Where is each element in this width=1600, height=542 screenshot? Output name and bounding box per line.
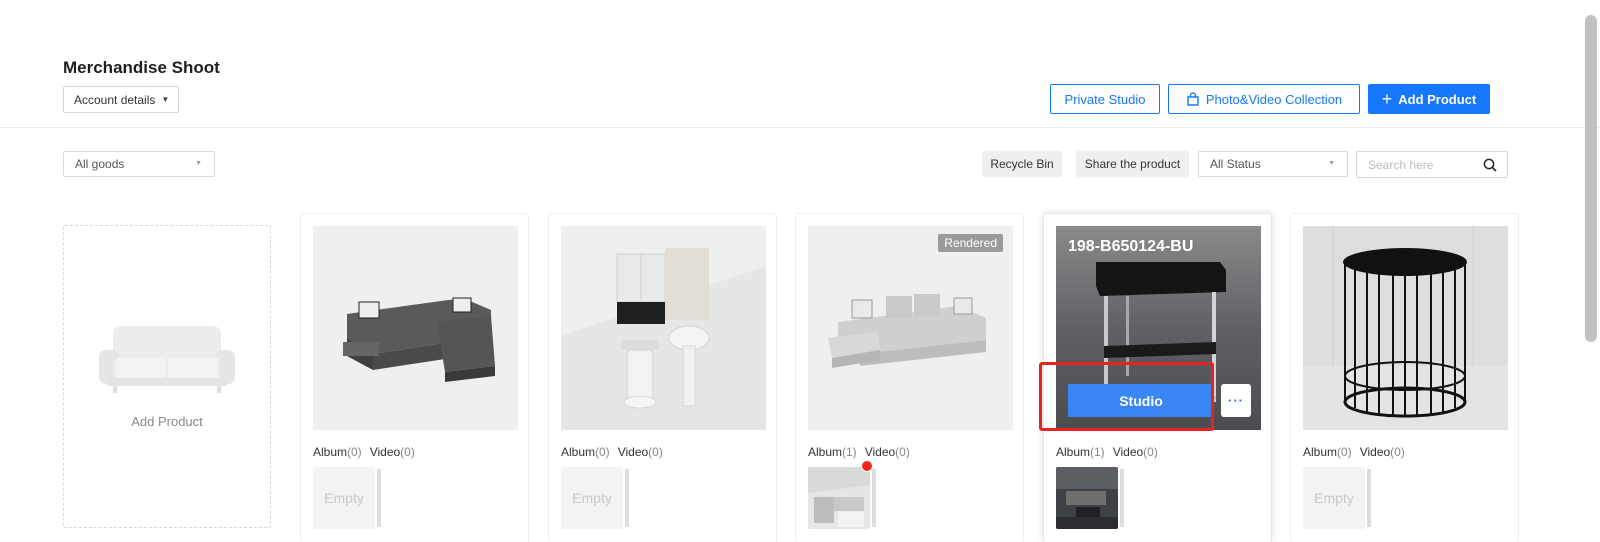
share-product-button[interactable]: Share the product [1076, 151, 1189, 177]
product-thumbnail[interactable]: Rendered [808, 226, 1013, 430]
product-sku: 198-B650124-BU [1068, 238, 1194, 255]
album-thumbnail[interactable] [1056, 467, 1118, 529]
album-count: (0) [347, 445, 362, 459]
product-thumbnail[interactable] [561, 226, 766, 430]
empty-album-slot: Empty [1303, 467, 1365, 529]
album-count: (0) [1337, 445, 1352, 459]
product-card[interactable]: Rendered Album(1) Video(0) [795, 213, 1024, 542]
video-count: (0) [895, 445, 910, 459]
video-count: (0) [400, 445, 415, 459]
product-card[interactable]: Album(0) Video(0) Empty [1290, 213, 1519, 542]
goods-filter-select[interactable]: All goods ▼ [63, 151, 215, 177]
slot-divider [625, 469, 629, 527]
vertical-scrollbar[interactable] [1585, 15, 1597, 342]
share-product-label: Share the product [1084, 157, 1181, 171]
more-options-button[interactable]: ··· [1221, 384, 1251, 417]
slot-divider [1367, 469, 1371, 527]
search-box[interactable] [1356, 151, 1508, 178]
recycle-bin-label: Recycle Bin [990, 157, 1054, 171]
media-counts: Album(0) Video(0) [313, 445, 415, 459]
album-label: Album [313, 445, 348, 459]
account-details-dropdown[interactable]: Account details ▼ [63, 86, 179, 113]
slot-divider [377, 469, 381, 527]
caret-down-icon: ▼ [195, 160, 202, 167]
album-label: Album [1303, 445, 1338, 459]
private-studio-label: Private Studio [1064, 91, 1146, 107]
empty-album-slot: Empty [313, 467, 375, 529]
media-counts: Album(1) Video(0) [1056, 445, 1158, 459]
slot-divider [1120, 469, 1124, 527]
photo-video-collection-button[interactable]: Photo&Video Collection [1168, 84, 1360, 114]
album-thumbnail[interactable] [808, 467, 870, 529]
search-input[interactable] [1368, 157, 1478, 172]
video-label: Video [369, 445, 401, 459]
album-label: Album [561, 445, 596, 459]
search-icon[interactable] [1483, 158, 1497, 177]
product-thumbnail[interactable] [1303, 226, 1508, 430]
caret-down-icon: ▼ [161, 95, 170, 104]
product-card[interactable]: Album(0) Video(0) Empty [300, 213, 529, 542]
album-count: (1) [1090, 445, 1105, 459]
add-product-card[interactable]: Add Product [63, 225, 271, 528]
video-label: Video [864, 445, 896, 459]
media-counts: Album(0) Video(0) [561, 445, 663, 459]
caret-down-icon: ▼ [1328, 160, 1335, 167]
rendered-badge: Rendered [938, 234, 1003, 252]
highlight-annotation [1039, 362, 1214, 431]
sofa-placeholder-icon [99, 326, 235, 393]
status-filter-select[interactable]: All Status ▼ [1198, 151, 1348, 177]
media-counts: Album(1) Video(0) [808, 445, 910, 459]
notification-dot [861, 460, 873, 472]
page-title: Merchandise Shoot [63, 58, 220, 77]
video-label: Video [617, 445, 649, 459]
product-card[interactable]: Album(0) Video(0) Empty [548, 213, 777, 542]
photo-video-collection-label: Photo&Video Collection [1205, 91, 1343, 107]
album-count: (0) [595, 445, 610, 459]
video-count: (0) [1390, 445, 1405, 459]
add-product-label: Add Product [1398, 91, 1477, 107]
album-count: (1) [842, 445, 857, 459]
video-label: Video [1112, 445, 1144, 459]
album-label: Album [1056, 445, 1091, 459]
page-header: Merchandise Shoot Account details ▼ Priv… [0, 0, 1600, 128]
add-product-card-label: Add Product [131, 414, 203, 429]
video-count: (0) [1143, 445, 1158, 459]
shopping-bag-icon [1186, 92, 1200, 106]
private-studio-button[interactable]: Private Studio [1050, 84, 1160, 114]
media-counts: Album(0) Video(0) [1303, 445, 1405, 459]
add-product-button[interactable]: + Add Product [1368, 84, 1490, 114]
empty-album-slot: Empty [561, 467, 623, 529]
video-label: Video [1359, 445, 1391, 459]
status-filter-value: All Status [1210, 157, 1261, 171]
product-thumbnail[interactable] [313, 226, 518, 430]
plus-icon: + [1381, 89, 1393, 109]
album-label: Album [808, 445, 843, 459]
account-details-label: Account details [74, 92, 156, 107]
video-count: (0) [648, 445, 663, 459]
recycle-bin-button[interactable]: Recycle Bin [982, 151, 1062, 177]
goods-filter-value: All goods [75, 157, 125, 171]
slot-divider [872, 469, 876, 527]
